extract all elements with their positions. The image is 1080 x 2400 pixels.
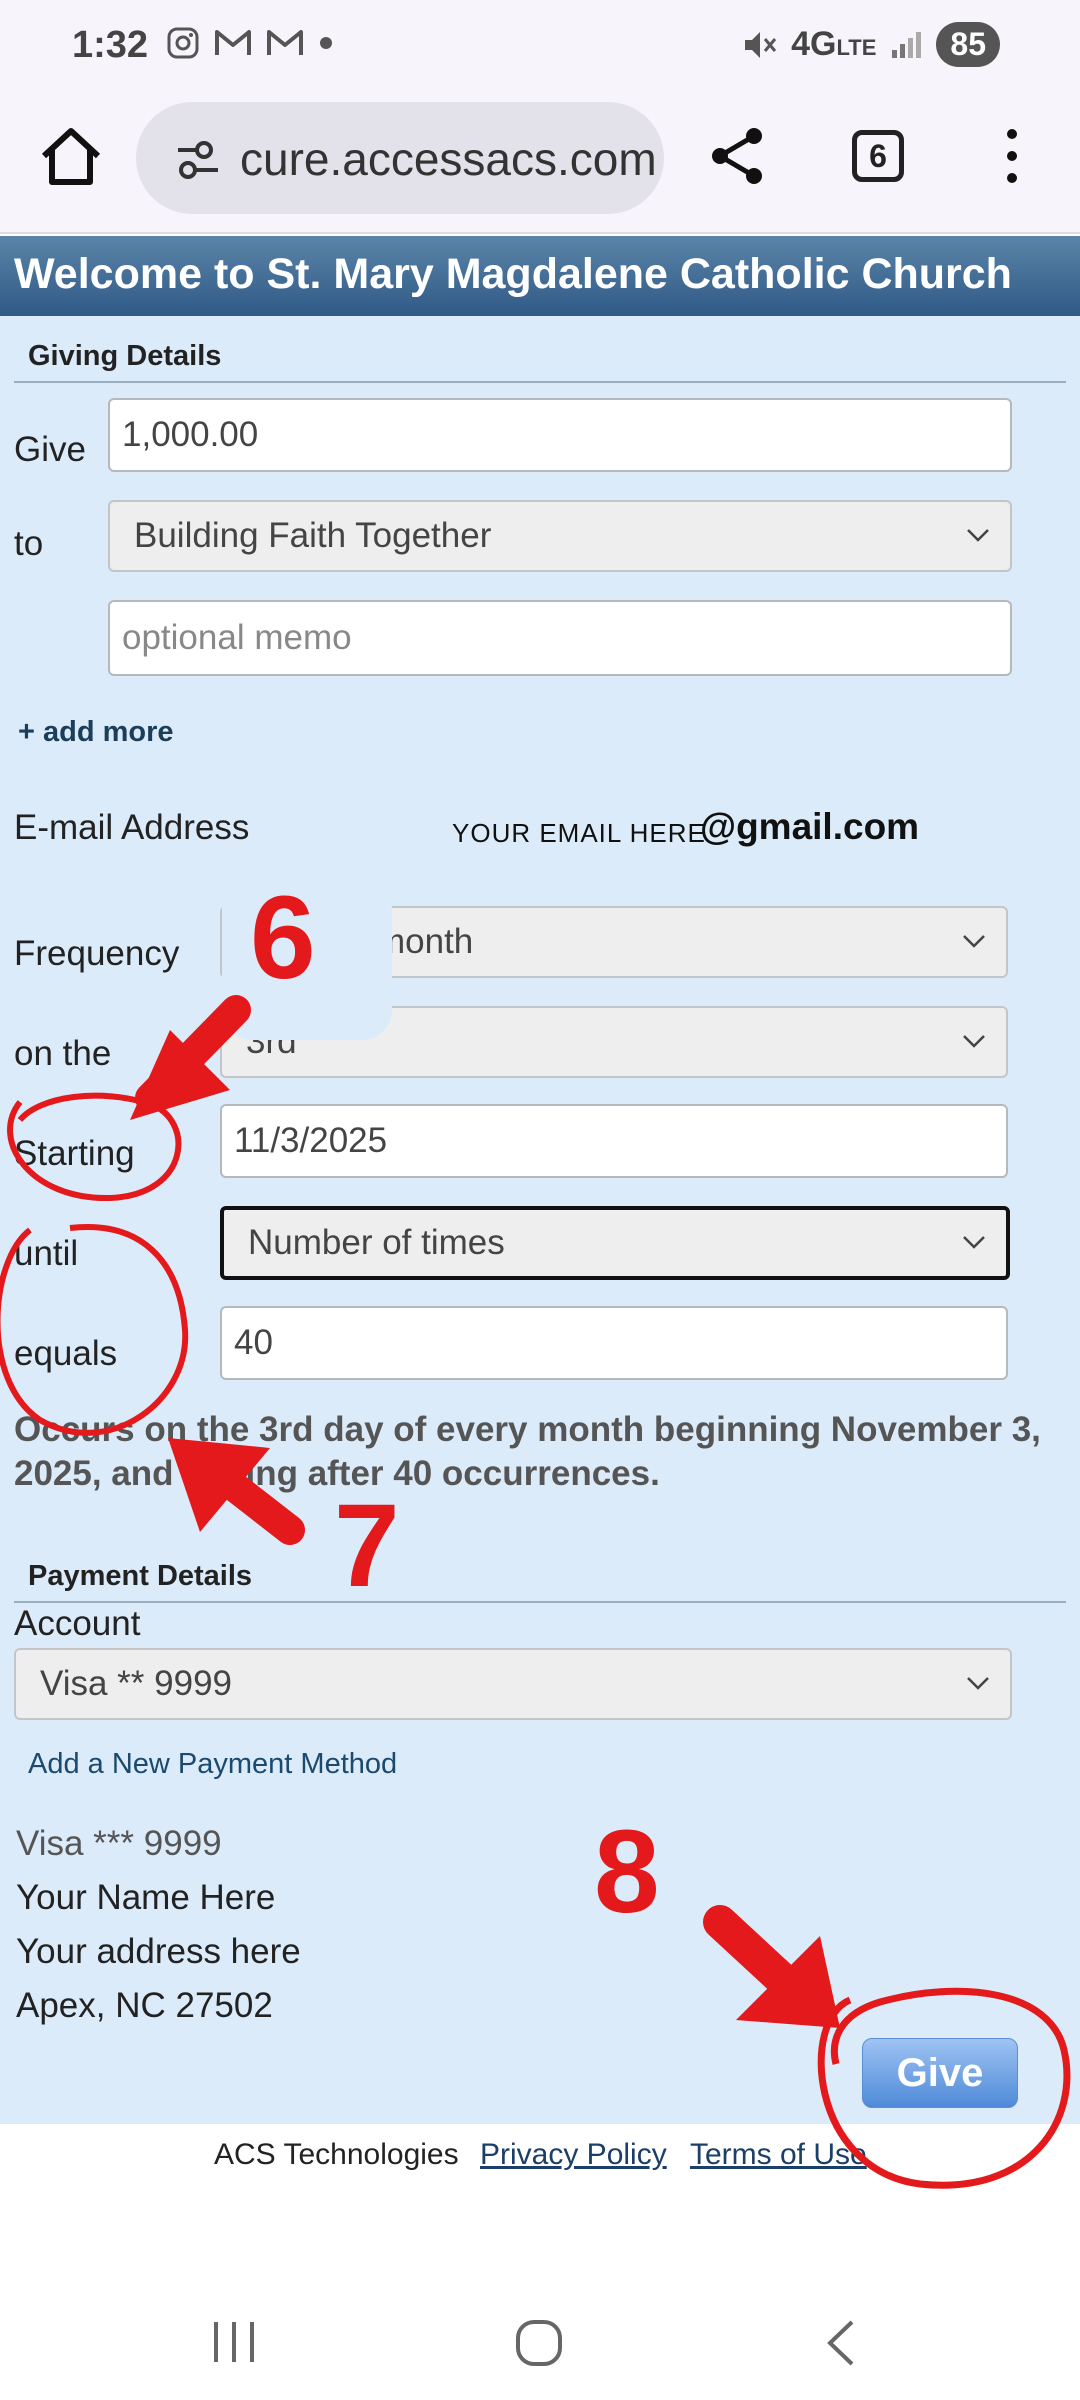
email-domain: @gmail.com — [700, 806, 920, 847]
footer-company: ACS Technologies — [214, 2138, 459, 2171]
divider — [14, 381, 1066, 383]
battery-badge: 85 — [936, 22, 1000, 67]
email-label: E-mail Address — [14, 808, 250, 847]
page-footer: ACS Technologies Privacy Policy Terms of… — [0, 2124, 1080, 2184]
divider — [14, 1601, 1066, 1603]
chevron-down-icon — [963, 935, 985, 948]
gmail-icon — [267, 30, 303, 55]
chevron-down-icon — [963, 1236, 985, 1249]
network-type: 4GLTE — [791, 25, 877, 63]
privacy-policy-link[interactable]: Privacy Policy — [480, 2138, 667, 2172]
starting-label: Starting — [14, 1134, 135, 1173]
url-text: cure.accessacs.com — [240, 133, 657, 185]
home-nav-icon[interactable] — [514, 2318, 564, 2368]
account-value: Visa ** 9999 — [40, 1664, 233, 1703]
frequency-label: Frequency — [14, 934, 180, 973]
fund-select[interactable]: Building Faith Together — [108, 500, 1012, 572]
signal-icon — [892, 31, 922, 58]
share-icon[interactable] — [706, 124, 770, 188]
card-summary: Visa *** 9999 — [16, 1824, 222, 1863]
terms-of-use-link[interactable]: Terms of Use — [690, 2138, 867, 2172]
home-icon[interactable] — [36, 122, 106, 192]
chevron-down-icon — [967, 1677, 989, 1690]
status-bar: 1:32 4GLTE 85 — [0, 0, 1080, 92]
status-time: 1:32 — [72, 24, 149, 66]
frequency-select[interactable]: month — [220, 906, 1008, 978]
notification-icons — [166, 26, 334, 60]
more-menu-icon[interactable] — [1000, 124, 1024, 188]
dot-icon — [320, 37, 332, 49]
page-header: Welcome to St. Mary Magdalene Catholic C… — [0, 236, 1080, 316]
gmail-icon — [215, 30, 251, 55]
giving-details-heading: Giving Details — [28, 340, 222, 372]
chevron-down-icon — [967, 529, 989, 542]
page-title: Welcome to St. Mary Magdalene Catholic C… — [14, 250, 1012, 298]
payer-address: Your address here — [16, 1932, 301, 1971]
mute-icon — [745, 31, 777, 58]
email-hint[interactable]: YOUR EMAIL HERE — [452, 818, 706, 849]
fund-selected-value: Building Faith Together — [134, 516, 492, 555]
account-label: Account — [14, 1604, 141, 1643]
account-select[interactable]: Visa ** 9999 — [14, 1648, 1012, 1720]
until-select[interactable]: Number of times — [220, 1206, 1010, 1280]
payment-details-heading: Payment Details — [28, 1560, 253, 1592]
equals-label: equals — [14, 1334, 118, 1373]
back-icon[interactable] — [822, 2318, 858, 2368]
schedule-summary: Occurs on the 3rd day of every month beg… — [14, 1410, 1041, 1493]
on-the-label: on the — [14, 1034, 112, 1073]
system-nav-bar — [0, 2270, 1080, 2400]
chevron-down-icon — [963, 1035, 985, 1048]
memo-input[interactable]: optional memo — [108, 600, 1012, 676]
giving-page: Welcome to St. Mary Magdalene Catholic C… — [0, 236, 1080, 2124]
give-button[interactable]: Give — [862, 2038, 1018, 2108]
day-select[interactable]: 3rd — [220, 1006, 1008, 1078]
amount-input[interactable]: 1,000.00 — [108, 398, 1012, 472]
site-settings-icon[interactable] — [174, 136, 222, 184]
add-more-link[interactable]: + add more — [18, 716, 174, 749]
address-bar[interactable]: cure.accessacs.com — [136, 102, 664, 214]
payer-name: Your Name Here — [16, 1878, 276, 1917]
instagram-icon — [167, 27, 199, 59]
system-status: 4GLTE 85 — [741, 22, 1000, 67]
browser-toolbar: cure.accessacs.com 6 — [0, 92, 1080, 234]
until-value: Number of times — [248, 1223, 505, 1262]
until-label: until — [14, 1234, 79, 1273]
tab-switcher-button[interactable]: 6 — [852, 130, 904, 182]
start-date-input[interactable]: 11/3/2025 — [220, 1104, 1008, 1178]
give-label: Give — [14, 430, 86, 469]
frequency-value: month — [376, 922, 474, 961]
recent-apps-icon[interactable] — [210, 2320, 258, 2364]
occurrences-input[interactable]: 40 — [220, 1306, 1008, 1380]
add-payment-method-link[interactable]: Add a New Payment Method — [28, 1748, 397, 1781]
payer-city: Apex, NC 27502 — [16, 1986, 273, 2025]
to-label: to — [14, 524, 44, 563]
day-value: 3rd — [246, 1022, 297, 1061]
